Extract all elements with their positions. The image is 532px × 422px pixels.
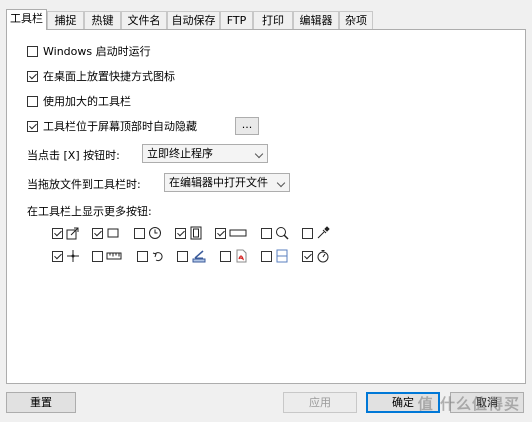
tab-toolbar[interactable]: 工具栏 xyxy=(6,9,47,30)
crosshair-icon xyxy=(67,250,79,262)
toolbar-button-video[interactable] xyxy=(175,226,203,240)
checkbox[interactable] xyxy=(137,250,148,262)
checkbox[interactable] xyxy=(177,250,188,262)
checkbox[interactable] xyxy=(27,45,38,57)
checkbox[interactable] xyxy=(92,227,103,239)
cancel-button[interactable]: 取消 xyxy=(450,392,524,413)
autohide-options-button[interactable]: ... xyxy=(235,117,259,135)
checkbox[interactable] xyxy=(27,70,38,82)
minus-box-icon xyxy=(229,229,247,237)
checkbox[interactable] xyxy=(92,250,103,262)
option-label: 使用加大的工具栏 xyxy=(43,95,131,108)
chevron-down-icon xyxy=(254,149,264,159)
tab-editor[interactable]: 编辑器 xyxy=(293,11,339,29)
apply-button[interactable]: 应用 xyxy=(283,392,357,413)
toolbar-button-stopwatch[interactable] xyxy=(302,249,330,263)
checkbox[interactable] xyxy=(27,120,38,132)
tab-hotkeys[interactable]: 热键 xyxy=(84,11,121,29)
checkbox[interactable] xyxy=(52,227,63,239)
eyedropper-icon xyxy=(317,226,330,239)
option-desktop-shortcut[interactable]: 在桌面上放置快捷方式图标 xyxy=(27,68,175,84)
more-buttons-label: 在工具栏上显示更多按钮: xyxy=(27,205,152,218)
drop-action-select[interactable]: 在编辑器中打开文件 xyxy=(164,173,290,192)
close-action-value: 立即终止程序 xyxy=(147,147,213,160)
clock-icon xyxy=(149,227,161,239)
checkbox[interactable] xyxy=(302,227,313,239)
split-window-icon xyxy=(276,249,288,263)
tab-bar: 工具栏 捕捉 热键 文件名 自动保存 FTP 打印 编辑器 杂项 xyxy=(6,9,526,30)
tab-filename[interactable]: 文件名 xyxy=(121,11,167,29)
toolbar-button-rotate[interactable] xyxy=(137,249,165,263)
rectangle-crop-icon xyxy=(107,228,119,238)
option-label: 工具栏位于屏幕顶部时自动隐藏 xyxy=(43,120,197,133)
toolbar-button-window[interactable] xyxy=(215,226,247,240)
checkbox[interactable] xyxy=(220,250,231,262)
drop-action-label: 当拖放文件到工具栏时: xyxy=(27,178,141,191)
ok-button[interactable]: 确定 xyxy=(366,392,440,413)
rotate-icon xyxy=(152,252,163,262)
tab-ftp[interactable]: FTP xyxy=(220,11,253,29)
option-autohide-toolbar[interactable]: 工具栏位于屏幕顶部时自动隐藏 xyxy=(27,118,197,134)
toolbar-button-timer[interactable] xyxy=(134,226,162,240)
checkbox[interactable] xyxy=(175,227,186,239)
close-action-select[interactable]: 立即终止程序 xyxy=(142,144,268,163)
share-arrow-icon xyxy=(66,227,79,240)
pdf-icon xyxy=(236,249,247,263)
tab-print[interactable]: 打印 xyxy=(253,11,293,29)
checkbox[interactable] xyxy=(134,227,145,239)
stopwatch-icon xyxy=(317,250,329,263)
close-action-label: 当点击 [X] 按钮时: xyxy=(27,149,120,162)
toolbar-button-pdf[interactable] xyxy=(220,249,248,263)
toolbar-button-color-picker[interactable] xyxy=(302,226,330,240)
ruler-icon xyxy=(106,252,122,260)
tab-misc[interactable]: 杂项 xyxy=(339,11,373,29)
toolbar-button-region[interactable] xyxy=(92,226,120,240)
toolbar-button-scanner[interactable] xyxy=(177,249,207,263)
checkbox[interactable] xyxy=(52,250,63,262)
toolbar-button-crosshair[interactable] xyxy=(52,249,80,263)
magnifier-icon xyxy=(276,227,289,240)
reset-button[interactable]: 重置 xyxy=(6,392,76,413)
film-strip-icon xyxy=(190,226,202,240)
checkbox[interactable] xyxy=(302,250,313,262)
toolbar-button-ruler[interactable] xyxy=(92,249,122,263)
checkbox[interactable] xyxy=(261,250,272,262)
checkbox[interactable] xyxy=(215,227,226,239)
checkbox[interactable] xyxy=(27,95,38,107)
toolbar-settings-panel: Windows 启动时运行 在桌面上放置快捷方式图标 使用加大的工具栏 工具栏位… xyxy=(6,29,526,384)
checkbox[interactable] xyxy=(261,227,272,239)
option-large-toolbar[interactable]: 使用加大的工具栏 xyxy=(27,93,131,109)
drop-action-value: 在编辑器中打开文件 xyxy=(169,176,268,189)
toolbar-button-zoom[interactable] xyxy=(261,226,289,240)
tab-capture[interactable]: 捕捉 xyxy=(47,11,84,29)
option-run-at-startup[interactable]: Windows 启动时运行 xyxy=(27,43,151,59)
option-label: Windows 启动时运行 xyxy=(43,45,151,58)
toolbar-button-split[interactable] xyxy=(261,249,289,263)
toolbar-button-share[interactable] xyxy=(52,226,80,240)
tab-autosave[interactable]: 自动保存 xyxy=(167,11,220,29)
scanner-icon xyxy=(192,250,206,263)
option-label: 在桌面上放置快捷方式图标 xyxy=(43,70,175,83)
chevron-down-icon xyxy=(276,178,286,188)
